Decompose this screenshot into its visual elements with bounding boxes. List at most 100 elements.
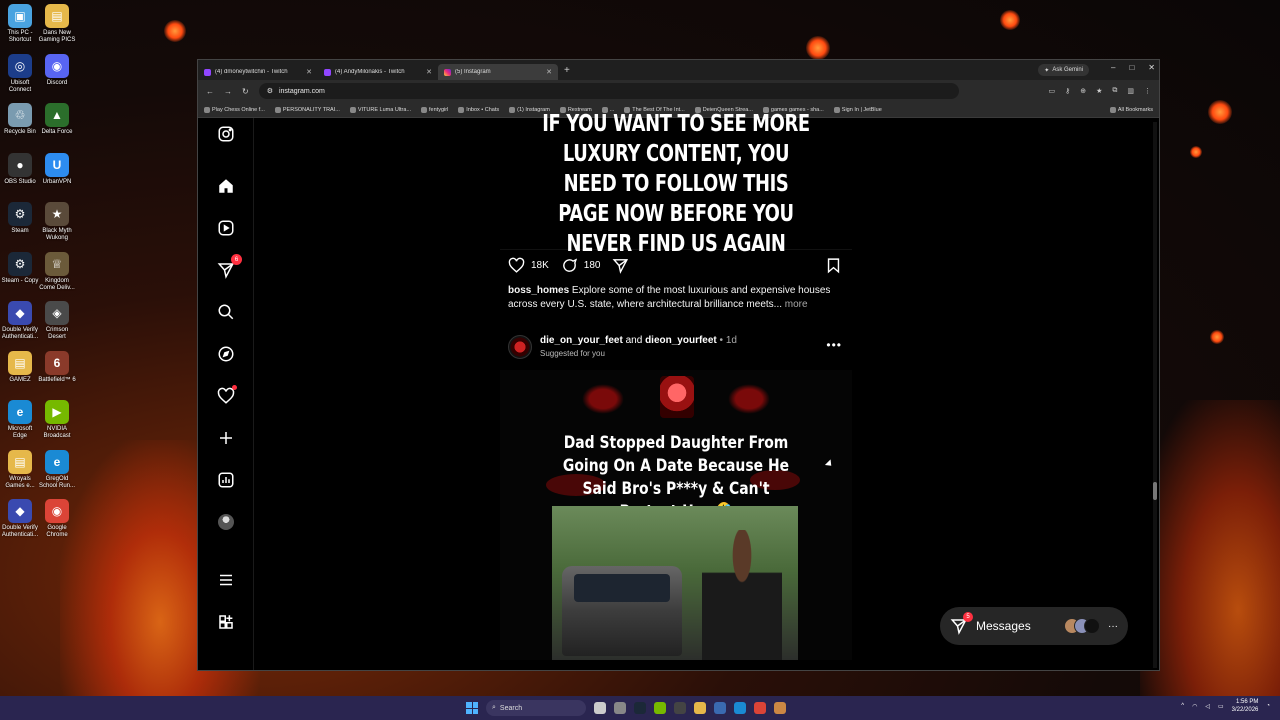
desktop-icon[interactable]: ♲ Recycle Bin xyxy=(0,103,40,136)
steam-icon[interactable] xyxy=(634,702,646,714)
bookmark-item[interactable]: Inbox • Chats xyxy=(458,106,499,113)
task-view-icon[interactable] xyxy=(594,702,606,714)
chevron-up-icon[interactable]: ^ xyxy=(1181,703,1184,709)
chrome-profile-icon[interactable] xyxy=(774,702,786,714)
comments-count[interactable]: 180 xyxy=(584,260,601,271)
search-icon[interactable] xyxy=(216,302,236,322)
desktop-icon[interactable]: ▤ GAMEZ xyxy=(0,350,40,384)
desktop-icon[interactable]: U UrbanVPN xyxy=(37,152,77,186)
post-collab-username[interactable]: dieon_yourfeet xyxy=(645,335,717,346)
home-icon[interactable] xyxy=(216,176,236,196)
battery-icon[interactable]: ▭ xyxy=(1218,703,1224,710)
close-tab-icon[interactable]: ✕ xyxy=(546,68,552,76)
apps-grid-icon[interactable] xyxy=(216,612,236,632)
bookmark-item[interactable]: PERSONALITY TRAI... xyxy=(274,106,340,113)
post-username[interactable]: die_on_your_feet xyxy=(540,335,623,346)
desktop-icon[interactable]: ⚙ Steam xyxy=(0,202,40,235)
avatar[interactable] xyxy=(508,335,532,359)
scrollbar[interactable] xyxy=(1153,122,1157,668)
scrollbar-thumb[interactable] xyxy=(1153,482,1157,500)
desktop-icon[interactable]: ▤ Dans New Gaming PICS xyxy=(37,4,77,44)
create-icon[interactable] xyxy=(216,428,236,448)
tab-andymilonakis[interactable]: (4) AndyMilonakis - Twitch ✕ xyxy=(318,64,438,80)
profile-avatar[interactable] xyxy=(216,512,236,532)
bookmark-item[interactable]: Play Chess Online f... xyxy=(204,106,265,113)
minimize-button[interactable]: – xyxy=(1111,63,1115,72)
desktop-icon[interactable]: ◎ Ubisoft Connect xyxy=(0,53,40,94)
desktop-icon[interactable]: ★ Black Myth Wukong xyxy=(37,202,77,242)
desktop-icon[interactable]: 6 Battlefield™ 6 xyxy=(37,350,77,384)
clock[interactable]: 1:56 PM 3/22/2026 xyxy=(1232,698,1259,714)
comment-icon[interactable] xyxy=(561,257,578,274)
edge-icon[interactable] xyxy=(734,702,746,714)
desktop-icon[interactable]: ▣ This PC - Shortcut xyxy=(0,4,40,44)
desktop-icon[interactable]: ◉ Google Chrome xyxy=(37,499,77,539)
caption-username[interactable]: boss_homes xyxy=(508,285,569,296)
reload-button[interactable]: ↻ xyxy=(242,87,249,96)
direct-messages-icon[interactable]: 6 xyxy=(216,254,242,280)
bookmark-star-icon[interactable]: ★ xyxy=(1096,87,1102,95)
post-image[interactable]: IF YOU WANT TO SEE MORE LUXURY CONTENT, … xyxy=(500,111,852,257)
insights-icon[interactable] xyxy=(216,470,236,490)
like-icon[interactable] xyxy=(508,257,525,274)
tab-dmoneytwitchin[interactable]: (4) dmoneytwitchin - Twitch ✕ xyxy=(198,64,318,80)
desktop-icon[interactable]: ◆ Double Verify Authenticati... xyxy=(0,499,40,539)
store-icon[interactable] xyxy=(714,702,726,714)
close-tab-icon[interactable]: ✕ xyxy=(426,68,432,76)
forward-button[interactable]: → xyxy=(224,87,232,96)
settings-icon[interactable] xyxy=(614,702,626,714)
more-link[interactable]: more xyxy=(785,299,808,310)
menu-icon[interactable]: ⋮ xyxy=(1144,87,1151,95)
instagram-logo-icon[interactable] xyxy=(216,124,236,144)
messages-button[interactable]: 5 Messages ··· xyxy=(940,607,1128,645)
desktop-icon[interactable]: ◈ Crimson Desert xyxy=(37,301,77,341)
desktop-icon[interactable]: ▶ NVIDIA Broadcast xyxy=(37,400,77,440)
save-icon[interactable] xyxy=(825,257,842,274)
wifi-icon[interactable]: ◠ xyxy=(1192,703,1197,710)
address-bar[interactable]: ⚙ instagram.com xyxy=(258,83,959,99)
explore-icon[interactable] xyxy=(216,344,236,364)
desktop-icon[interactable]: ▤ Wroyals Games e... xyxy=(0,449,40,490)
terminal-icon[interactable] xyxy=(674,702,686,714)
taskbar-search[interactable]: ⌕ Search xyxy=(486,700,586,716)
reels-icon[interactable] xyxy=(216,218,236,238)
windows-start-icon[interactable] xyxy=(466,702,478,714)
bookmark-item[interactable]: VITURE Luma Ultra... xyxy=(349,106,411,113)
site-info-icon[interactable]: ⚙ xyxy=(267,87,273,95)
bookmark-item[interactable]: fentygirl xyxy=(421,106,448,113)
bookmark-item[interactable]: Sign In | JetBlue xyxy=(833,106,882,113)
volume-icon[interactable]: ◁ xyxy=(1205,703,1210,710)
desktop-icon[interactable]: e Microsoft Edge xyxy=(0,400,40,440)
zoom-icon[interactable]: ⊕ xyxy=(1080,87,1086,95)
extensions-icon[interactable]: ⧉ xyxy=(1112,87,1117,95)
tab-instagram[interactable]: (5) Instagram ✕ xyxy=(438,64,558,80)
share-icon[interactable] xyxy=(612,257,629,274)
maximize-button[interactable]: □ xyxy=(1129,63,1134,72)
ask-gemini-button[interactable]: ✦ Ask Gemini xyxy=(1038,64,1089,76)
side-panel-icon[interactable]: ▥ xyxy=(1127,87,1134,95)
install-icon[interactable]: ▭ xyxy=(1048,87,1055,95)
likes-count[interactable]: 18K xyxy=(531,260,549,271)
nvidia-icon[interactable] xyxy=(654,702,666,714)
more-options-icon[interactable]: ··· xyxy=(1108,621,1118,632)
password-icon[interactable]: ⚷ xyxy=(1065,87,1070,95)
file-explorer-icon[interactable] xyxy=(694,702,706,714)
desktop-icon[interactable]: ◆ Double Verify Authenticati... xyxy=(0,301,40,341)
post-options-icon[interactable]: ••• xyxy=(826,338,842,352)
desktop-icon[interactable]: ⚙ Steam - Copy xyxy=(0,251,40,285)
desktop-icon[interactable]: e GregOld School Run... xyxy=(37,449,77,490)
desktop-icon[interactable]: ♕ Kingdom Come Deliv... xyxy=(37,251,77,292)
close-tab-icon[interactable]: ✕ xyxy=(306,68,312,76)
desktop-icon[interactable]: ◉ Discord xyxy=(37,53,77,87)
heart-icon[interactable] xyxy=(216,385,237,406)
post-image[interactable]: Dad Stopped Daughter From Going On A Dat… xyxy=(500,370,852,660)
notification-bell-icon[interactable]: ◔ xyxy=(1266,703,1270,709)
bookmark-item[interactable]: All Bookmarks xyxy=(1109,106,1153,113)
desktop-icon[interactable]: ● OBS Studio xyxy=(0,152,40,186)
desktop-icon[interactable]: ▲ Delta Force xyxy=(37,103,77,136)
back-button[interactable]: ← xyxy=(206,87,214,96)
more-menu-icon[interactable] xyxy=(216,570,236,590)
post-video[interactable] xyxy=(552,506,798,660)
new-tab-button[interactable]: + xyxy=(564,65,570,76)
chrome-icon[interactable] xyxy=(754,702,766,714)
